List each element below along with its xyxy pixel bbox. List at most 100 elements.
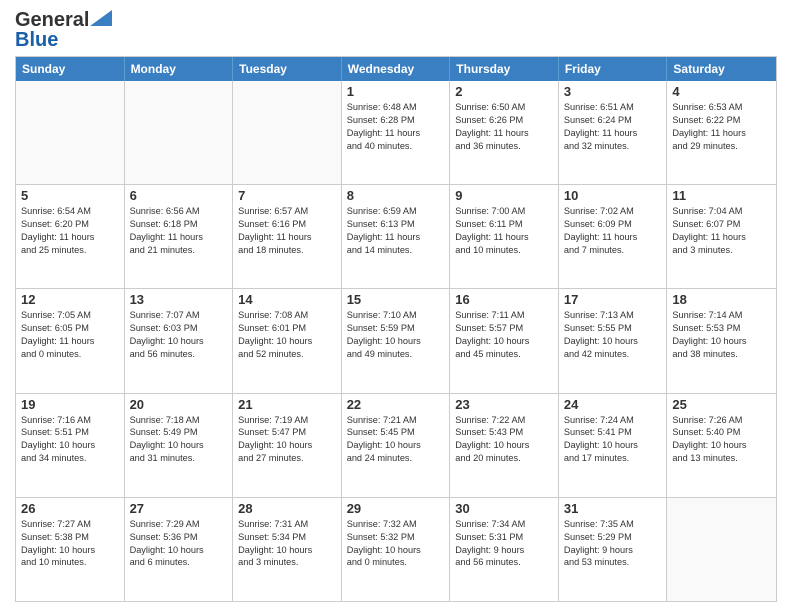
weekday-header-saturday: Saturday <box>667 57 776 81</box>
day-number: 25 <box>672 397 771 412</box>
empty-cell-0-2 <box>233 81 342 184</box>
day-info: Sunrise: 7:21 AM Sunset: 5:45 PM Dayligh… <box>347 414 445 466</box>
calendar-header: SundayMondayTuesdayWednesdayThursdayFrid… <box>16 57 776 81</box>
day-info: Sunrise: 7:14 AM Sunset: 5:53 PM Dayligh… <box>672 309 771 361</box>
day-cell-11: 11 Sunrise: 7:04 AM Sunset: 6:07 PM Dayli… <box>667 185 776 288</box>
day-info: Sunrise: 7:02 AM Sunset: 6:09 PM Dayligh… <box>564 205 662 257</box>
day-info: Sunrise: 6:48 AM Sunset: 6:28 PM Dayligh… <box>347 101 445 153</box>
day-info: Sunrise: 7:16 AM Sunset: 5:51 PM Dayligh… <box>21 414 119 466</box>
day-cell-5: 5 Sunrise: 6:54 AM Sunset: 6:20 PM Daylig… <box>16 185 125 288</box>
weekday-header-thursday: Thursday <box>450 57 559 81</box>
day-cell-8: 8 Sunrise: 6:59 AM Sunset: 6:13 PM Daylig… <box>342 185 451 288</box>
day-number: 14 <box>238 292 336 307</box>
day-number: 17 <box>564 292 662 307</box>
calendar-row-1: 5 Sunrise: 6:54 AM Sunset: 6:20 PM Daylig… <box>16 184 776 288</box>
day-info: Sunrise: 7:26 AM Sunset: 5:40 PM Dayligh… <box>672 414 771 466</box>
day-cell-18: 18 Sunrise: 7:14 AM Sunset: 5:53 PM Dayli… <box>667 289 776 392</box>
weekday-header-tuesday: Tuesday <box>233 57 342 81</box>
day-cell-23: 23 Sunrise: 7:22 AM Sunset: 5:43 PM Dayli… <box>450 394 559 497</box>
day-number: 31 <box>564 501 662 516</box>
day-info: Sunrise: 7:27 AM Sunset: 5:38 PM Dayligh… <box>21 518 119 570</box>
calendar: SundayMondayTuesdayWednesdayThursdayFrid… <box>15 56 777 602</box>
calendar-body: 1 Sunrise: 6:48 AM Sunset: 6:28 PM Daylig… <box>16 81 776 601</box>
day-info: Sunrise: 7:10 AM Sunset: 5:59 PM Dayligh… <box>347 309 445 361</box>
day-number: 3 <box>564 84 662 99</box>
day-number: 12 <box>21 292 119 307</box>
day-cell-29: 29 Sunrise: 7:32 AM Sunset: 5:32 PM Dayli… <box>342 498 451 601</box>
day-info: Sunrise: 6:56 AM Sunset: 6:18 PM Dayligh… <box>130 205 228 257</box>
day-info: Sunrise: 7:34 AM Sunset: 5:31 PM Dayligh… <box>455 518 553 570</box>
day-cell-21: 21 Sunrise: 7:19 AM Sunset: 5:47 PM Dayli… <box>233 394 342 497</box>
day-number: 7 <box>238 188 336 203</box>
day-cell-26: 26 Sunrise: 7:27 AM Sunset: 5:38 PM Dayli… <box>16 498 125 601</box>
day-number: 1 <box>347 84 445 99</box>
day-number: 26 <box>21 501 119 516</box>
day-info: Sunrise: 7:04 AM Sunset: 6:07 PM Dayligh… <box>672 205 771 257</box>
day-info: Sunrise: 7:29 AM Sunset: 5:36 PM Dayligh… <box>130 518 228 570</box>
calendar-row-2: 12 Sunrise: 7:05 AM Sunset: 6:05 PM Dayli… <box>16 288 776 392</box>
day-info: Sunrise: 7:18 AM Sunset: 5:49 PM Dayligh… <box>130 414 228 466</box>
day-cell-17: 17Sunrise: 7:13 AM Sunset: 5:55 PM Dayli… <box>559 289 668 392</box>
day-info: Sunrise: 7:08 AM Sunset: 6:01 PM Dayligh… <box>238 309 336 361</box>
weekday-header-sunday: Sunday <box>16 57 125 81</box>
empty-cell-0-0 <box>16 81 125 184</box>
day-number: 6 <box>130 188 228 203</box>
day-cell-16: 16Sunrise: 7:11 AM Sunset: 5:57 PM Dayli… <box>450 289 559 392</box>
day-number: 5 <box>21 188 119 203</box>
day-info: Sunrise: 7:19 AM Sunset: 5:47 PM Dayligh… <box>238 414 336 466</box>
day-cell-25: 25 Sunrise: 7:26 AM Sunset: 5:40 PM Dayli… <box>667 394 776 497</box>
day-number: 11 <box>672 188 771 203</box>
day-number: 28 <box>238 501 336 516</box>
day-info: Sunrise: 7:24 AM Sunset: 5:41 PM Dayligh… <box>564 414 662 466</box>
day-info: Sunrise: 7:32 AM Sunset: 5:32 PM Dayligh… <box>347 518 445 570</box>
day-number: 19 <box>21 397 119 412</box>
day-info: Sunrise: 6:53 AM Sunset: 6:22 PM Dayligh… <box>672 101 771 153</box>
day-info: Sunrise: 7:07 AM Sunset: 6:03 PM Dayligh… <box>130 309 228 361</box>
day-cell-15: 15Sunrise: 7:10 AM Sunset: 5:59 PM Dayli… <box>342 289 451 392</box>
day-number: 21 <box>238 397 336 412</box>
day-info: Sunrise: 7:22 AM Sunset: 5:43 PM Dayligh… <box>455 414 553 466</box>
day-cell-10: 10Sunrise: 7:02 AM Sunset: 6:09 PM Dayli… <box>559 185 668 288</box>
day-info: Sunrise: 7:35 AM Sunset: 5:29 PM Dayligh… <box>564 518 662 570</box>
day-cell-7: 7 Sunrise: 6:57 AM Sunset: 6:16 PM Daylig… <box>233 185 342 288</box>
day-cell-14: 14 Sunrise: 7:08 AM Sunset: 6:01 PM Dayli… <box>233 289 342 392</box>
calendar-row-4: 26 Sunrise: 7:27 AM Sunset: 5:38 PM Dayli… <box>16 497 776 601</box>
logo: General Blue <box>15 10 112 50</box>
day-cell-6: 6 Sunrise: 6:56 AM Sunset: 6:18 PM Daylig… <box>125 185 234 288</box>
weekday-header-wednesday: Wednesday <box>342 57 451 81</box>
day-cell-30: 30Sunrise: 7:34 AM Sunset: 5:31 PM Dayli… <box>450 498 559 601</box>
day-number: 8 <box>347 188 445 203</box>
day-cell-19: 19 Sunrise: 7:16 AM Sunset: 5:51 PM Dayli… <box>16 394 125 497</box>
empty-cell-4-6 <box>667 498 776 601</box>
day-info: Sunrise: 7:05 AM Sunset: 6:05 PM Dayligh… <box>21 309 119 361</box>
day-number: 27 <box>130 501 228 516</box>
day-number: 16 <box>455 292 553 307</box>
day-number: 13 <box>130 292 228 307</box>
empty-cell-0-1 <box>125 81 234 184</box>
logo-icon <box>90 10 112 26</box>
day-number: 4 <box>672 84 771 99</box>
header: General Blue <box>15 10 777 50</box>
day-cell-27: 27 Sunrise: 7:29 AM Sunset: 5:36 PM Dayli… <box>125 498 234 601</box>
day-info: Sunrise: 6:57 AM Sunset: 6:16 PM Dayligh… <box>238 205 336 257</box>
day-number: 2 <box>455 84 553 99</box>
day-number: 18 <box>672 292 771 307</box>
day-number: 20 <box>130 397 228 412</box>
day-cell-12: 12 Sunrise: 7:05 AM Sunset: 6:05 PM Dayli… <box>16 289 125 392</box>
day-cell-2: 2Sunrise: 6:50 AM Sunset: 6:26 PM Daylig… <box>450 81 559 184</box>
day-info: Sunrise: 6:59 AM Sunset: 6:13 PM Dayligh… <box>347 205 445 257</box>
day-cell-20: 20 Sunrise: 7:18 AM Sunset: 5:49 PM Dayli… <box>125 394 234 497</box>
day-cell-13: 13 Sunrise: 7:07 AM Sunset: 6:03 PM Dayli… <box>125 289 234 392</box>
page: General Blue SundayMondayTuesdayWednesda… <box>0 0 792 612</box>
day-number: 9 <box>455 188 553 203</box>
day-cell-31: 31 Sunrise: 7:35 AM Sunset: 5:29 PM Dayli… <box>559 498 668 601</box>
weekday-header-friday: Friday <box>559 57 668 81</box>
day-cell-28: 28Sunrise: 7:31 AM Sunset: 5:34 PM Dayli… <box>233 498 342 601</box>
day-info: Sunrise: 6:54 AM Sunset: 6:20 PM Dayligh… <box>21 205 119 257</box>
day-cell-4: 4 Sunrise: 6:53 AM Sunset: 6:22 PM Daylig… <box>667 81 776 184</box>
logo-blue: Blue <box>15 30 58 50</box>
day-number: 29 <box>347 501 445 516</box>
day-number: 23 <box>455 397 553 412</box>
day-cell-1: 1 Sunrise: 6:48 AM Sunset: 6:28 PM Daylig… <box>342 81 451 184</box>
day-info: Sunrise: 6:51 AM Sunset: 6:24 PM Dayligh… <box>564 101 662 153</box>
